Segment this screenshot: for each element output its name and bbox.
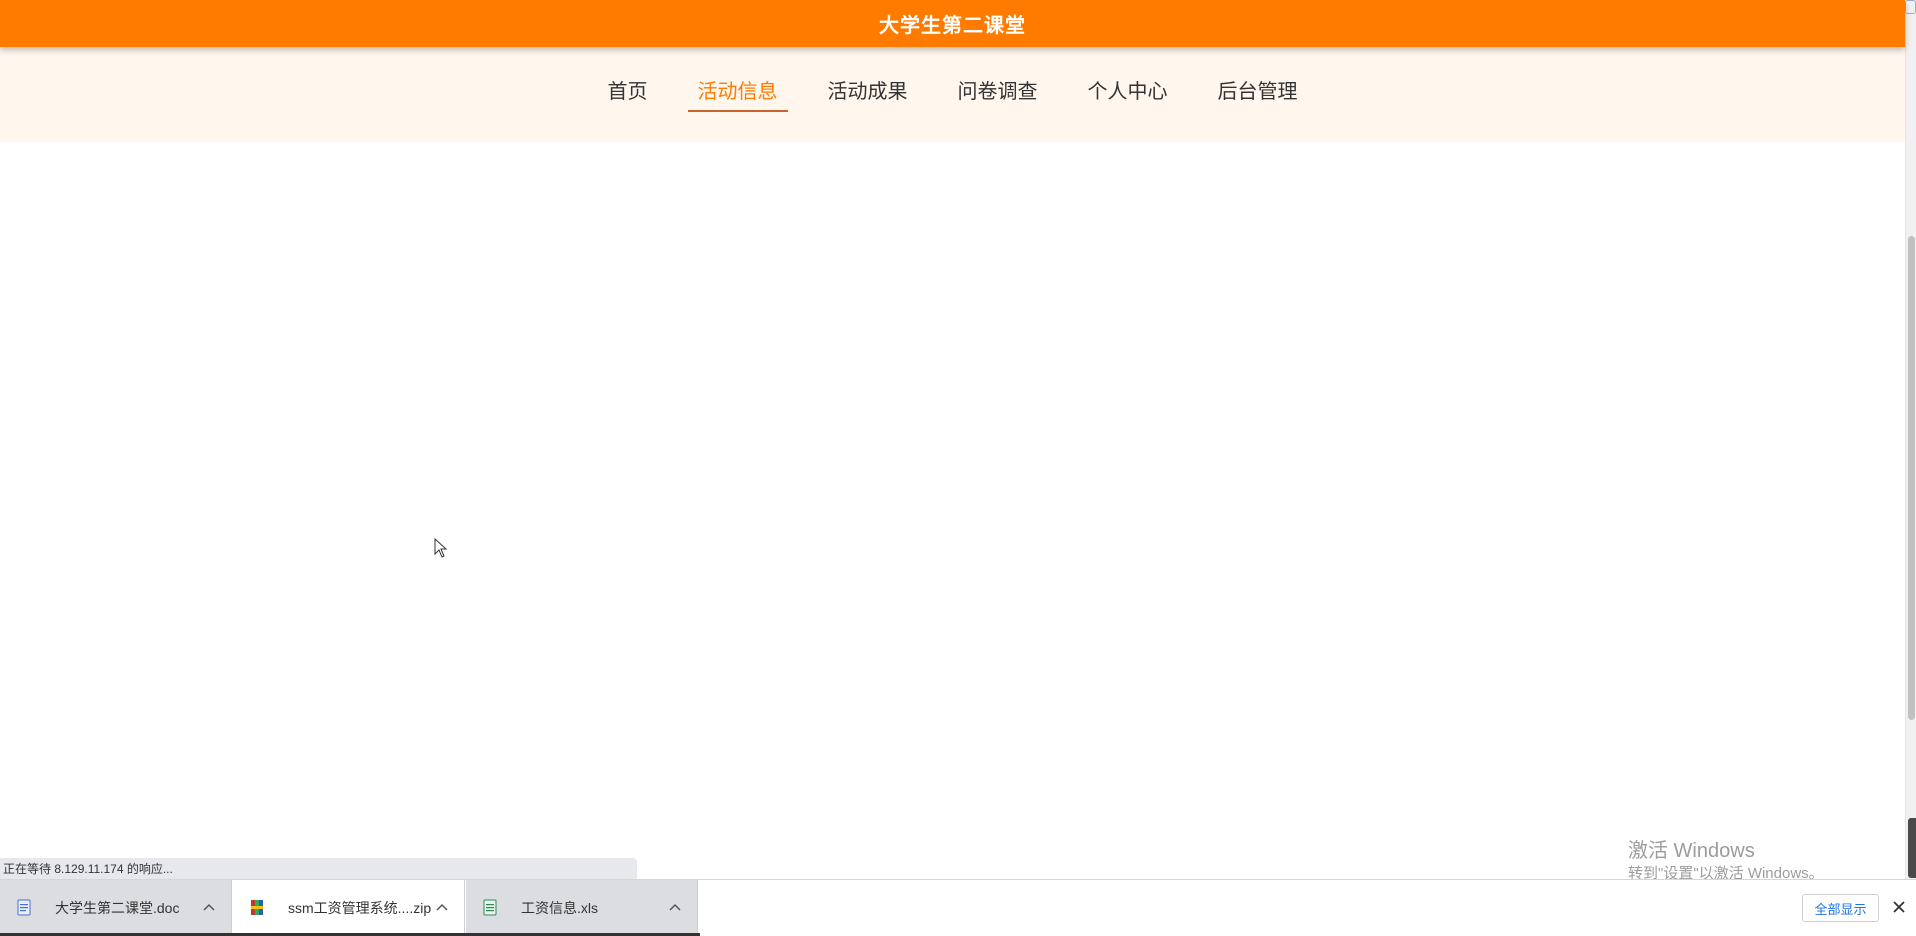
nav-item-survey[interactable]: 问卷调查 [948,78,1048,112]
nav-item-home[interactable]: 首页 [598,78,658,112]
watermark-title: 激活 Windows [1628,840,1755,862]
mouse-cursor-icon [434,538,448,558]
page-scrollbar[interactable] [1905,0,1916,880]
download-file-name: 工资信息.xls [521,899,598,916]
header-bar: 大学生第二课堂 [0,0,1905,47]
download-item[interactable]: 大学生第二课堂.doc [0,880,232,935]
download-shelf: 大学生第二课堂.doc ssm工资管理系统....zip 工资信息.xls 全部… [0,879,1916,936]
scrollbar-thumb[interactable] [1908,236,1915,720]
scroll-up-button[interactable] [1905,0,1916,14]
windows-activation-watermark: 激活 Windows 转到"设置"以激活 Windows。 [1628,838,1824,884]
download-file-name: ssm工资管理系统....zip [288,899,432,916]
download-file-name: 大学生第二课堂.doc [55,899,180,916]
status-text: 正在等待 8.129.11.174 的响应... [3,862,173,876]
nav-item-personal-center[interactable]: 个人中心 [1078,78,1178,112]
download-item[interactable]: ssm工资管理系统....zip [233,880,465,935]
nav-bar: 首页 活动信息 活动成果 问卷调查 个人中心 后台管理 [0,47,1905,142]
chevron-up-icon[interactable] [667,900,683,916]
chevron-up-icon[interactable] [434,900,450,916]
show-all-downloads-button[interactable]: 全部显示 [1802,894,1879,922]
nav-item-admin[interactable]: 后台管理 [1208,78,1308,112]
nav-item-activity-info[interactable]: 活动信息 [687,78,788,112]
nav-item-activity-results[interactable]: 活动成果 [818,78,918,112]
nav-menu: 首页 活动信息 活动成果 问卷调查 个人中心 后台管理 [598,78,1308,112]
side-widget [1908,818,1916,878]
word-doc-icon [17,899,31,916]
excel-xls-icon [483,899,497,916]
zip-archive-icon [251,900,263,915]
status-bar: 正在等待 8.129.11.174 的响应... [0,858,637,880]
download-item[interactable]: 工资信息.xls [466,880,698,935]
chevron-up-icon[interactable] [201,900,217,916]
site-title: 大学生第二课堂 [879,15,1026,37]
close-icon[interactable] [1890,898,1908,916]
main-content [0,142,1905,858]
